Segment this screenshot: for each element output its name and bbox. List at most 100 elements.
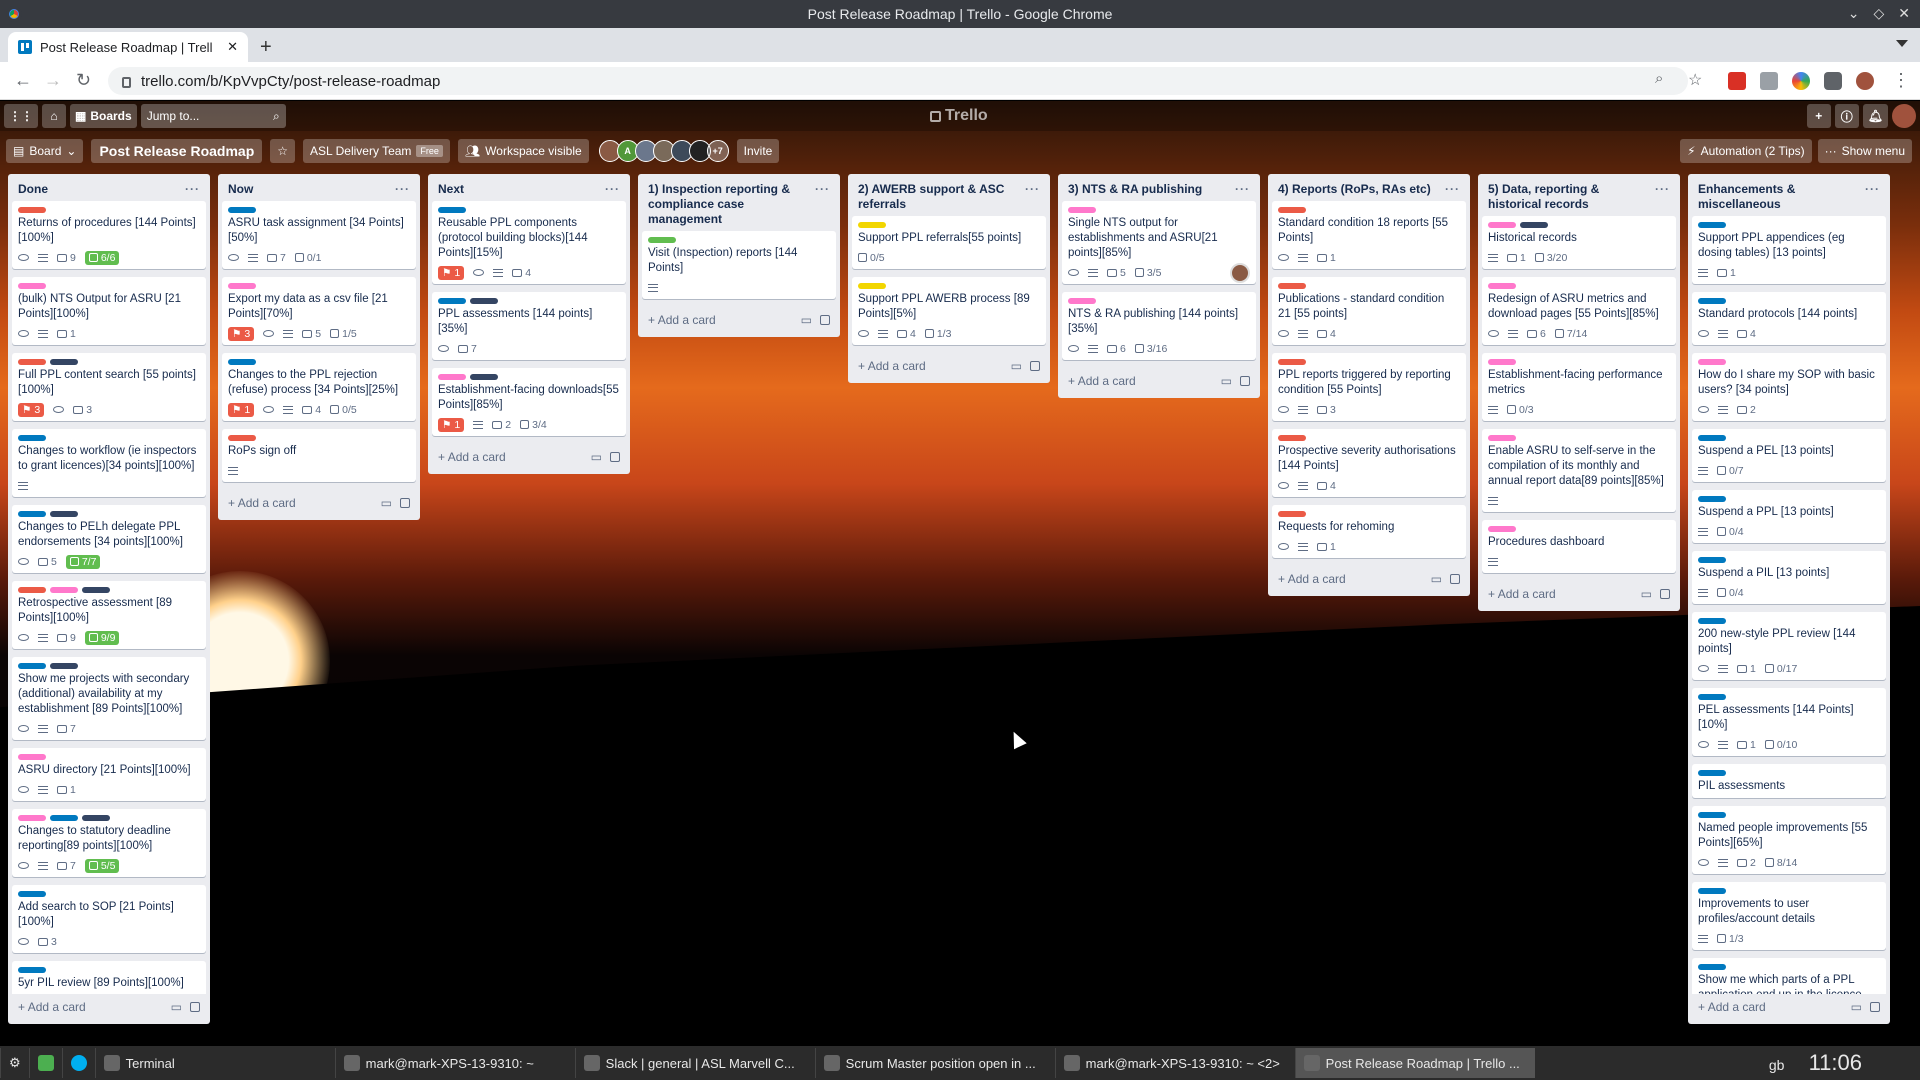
card-label[interactable] bbox=[438, 207, 466, 213]
card-label[interactable] bbox=[1520, 222, 1548, 228]
zoom-icon[interactable]: ⌕ bbox=[1655, 70, 1663, 87]
card-label[interactable] bbox=[1068, 207, 1096, 213]
add-card-button[interactable]: + Add a card ▭ bbox=[1268, 566, 1470, 592]
card[interactable]: Single NTS output for establishments and… bbox=[1062, 201, 1256, 284]
card-labels[interactable] bbox=[1698, 694, 1880, 700]
card-labels[interactable] bbox=[1698, 557, 1880, 563]
card[interactable]: Visit (Inspection) reports [144 Points] bbox=[642, 231, 836, 299]
card-label[interactable] bbox=[1698, 298, 1726, 304]
start-menu-icon[interactable]: ⚙︎ bbox=[0, 1048, 29, 1078]
bookmark-star-icon[interactable]: ☆ bbox=[1688, 70, 1702, 90]
card-labels[interactable] bbox=[228, 283, 410, 289]
star-board-icon[interactable]: ☆ bbox=[270, 139, 296, 163]
list-header[interactable]: 3) NTS & RA publishing ··· bbox=[1058, 174, 1260, 201]
card-label[interactable] bbox=[1278, 511, 1306, 517]
close-icon[interactable]: ✕ bbox=[1898, 5, 1910, 22]
card[interactable]: NTS & RA publishing [144 points][35%] 6 3/… bbox=[1062, 292, 1256, 360]
add-card-button[interactable]: + Add a card ▭ bbox=[638, 307, 840, 333]
info-icon[interactable]: ⓘ bbox=[1834, 104, 1859, 128]
card-labels[interactable] bbox=[18, 663, 200, 669]
card-label[interactable] bbox=[1698, 222, 1726, 228]
card-label[interactable] bbox=[50, 815, 78, 821]
board-view-switcher[interactable]: ▤ Board ⌄ bbox=[6, 139, 84, 163]
card-labels[interactable] bbox=[1698, 812, 1880, 818]
card-label[interactable] bbox=[1488, 359, 1516, 365]
card-labels[interactable] bbox=[858, 222, 1040, 228]
card-label[interactable] bbox=[470, 298, 498, 304]
card[interactable]: Full PPL content search [55 points][100%… bbox=[12, 353, 206, 421]
card[interactable]: Add search to SOP [21 Points][100%] 3 bbox=[12, 885, 206, 953]
extension-camera-icon[interactable] bbox=[1760, 72, 1778, 90]
list-title[interactable]: Enhancements & miscellaneous bbox=[1698, 182, 1865, 212]
card-labels[interactable] bbox=[1068, 298, 1250, 304]
card-template-icon[interactable]: ▭ bbox=[1851, 1000, 1862, 1014]
card-label[interactable] bbox=[50, 663, 78, 669]
card-label[interactable] bbox=[1488, 435, 1516, 441]
card-labels[interactable] bbox=[18, 283, 200, 289]
card-labels[interactable] bbox=[1068, 207, 1250, 213]
list-header[interactable]: 5) Data, reporting & historical records … bbox=[1478, 174, 1680, 216]
card-label[interactable] bbox=[82, 587, 110, 593]
card[interactable]: Suspend a PEL [13 points] 0/7 bbox=[1692, 429, 1886, 482]
apps-grid-icon[interactable]: ⋮⋮ bbox=[4, 104, 38, 128]
card-label[interactable] bbox=[1278, 359, 1306, 365]
card-label[interactable] bbox=[228, 207, 256, 213]
card-labels[interactable] bbox=[1488, 283, 1670, 289]
list-menu-icon[interactable]: ··· bbox=[605, 182, 620, 197]
card-label[interactable] bbox=[18, 663, 46, 669]
card-labels[interactable] bbox=[1698, 964, 1880, 970]
list-title[interactable]: 4) Reports (RoPs, RAs etc) bbox=[1278, 182, 1431, 197]
card[interactable]: Changes to the PPL rejection (refuse) pr… bbox=[222, 353, 416, 421]
boards-button[interactable]: ▦ Boards bbox=[70, 104, 137, 128]
card-labels[interactable] bbox=[1278, 511, 1460, 517]
card-label[interactable] bbox=[1698, 359, 1726, 365]
template-icon[interactable] bbox=[1870, 1002, 1880, 1012]
card-labels[interactable] bbox=[438, 207, 620, 213]
card-template-icon[interactable]: ▭ bbox=[171, 1000, 182, 1014]
list-header[interactable]: 2) AWERB support & ASC referrals ··· bbox=[848, 174, 1050, 216]
add-card-button[interactable]: + Add a card ▭ bbox=[8, 994, 210, 1020]
card-label[interactable] bbox=[18, 359, 46, 365]
list-title[interactable]: Done bbox=[18, 182, 48, 197]
card[interactable]: Show me projects with secondary (additio… bbox=[12, 657, 206, 740]
card-labels[interactable] bbox=[1278, 207, 1460, 213]
card-label[interactable] bbox=[18, 587, 46, 593]
invite-button[interactable]: Invite bbox=[736, 139, 780, 163]
card-label[interactable] bbox=[438, 374, 466, 380]
card-labels[interactable] bbox=[18, 967, 200, 973]
add-card-button[interactable]: + Add a card ▭ bbox=[1478, 581, 1680, 607]
taskbar-window[interactable]: Post Release Roadmap | Trello ... bbox=[1294, 1048, 1535, 1078]
card[interactable]: ASRU directory [21 Points][100%] 1 bbox=[12, 748, 206, 801]
card-label[interactable] bbox=[1488, 283, 1516, 289]
reload-icon[interactable]: ↻ bbox=[76, 70, 91, 91]
card-labels[interactable] bbox=[648, 237, 830, 243]
taskbar-window[interactable]: Slack | general | ASL Marvell C... bbox=[574, 1048, 815, 1078]
list-header[interactable]: Next ··· bbox=[428, 174, 630, 201]
card[interactable]: Suspend a PIL [13 points] 0/4 bbox=[1692, 551, 1886, 604]
trello-logo[interactable]: Trello bbox=[930, 107, 988, 125]
card-label[interactable] bbox=[18, 283, 46, 289]
card[interactable]: Establishment-facing downloads[55 Points… bbox=[432, 368, 626, 436]
card-label[interactable] bbox=[18, 435, 46, 441]
card-labels[interactable] bbox=[228, 435, 410, 441]
card-label[interactable] bbox=[1278, 435, 1306, 441]
card[interactable]: Retrospective assessment [89 Points][100… bbox=[12, 581, 206, 649]
card-labels[interactable] bbox=[1698, 435, 1880, 441]
template-icon[interactable] bbox=[190, 1002, 200, 1012]
card-labels[interactable] bbox=[1488, 359, 1670, 365]
card-template-icon[interactable]: ▭ bbox=[1011, 359, 1022, 373]
list-menu-icon[interactable]: ··· bbox=[1655, 182, 1670, 197]
card-labels[interactable] bbox=[858, 283, 1040, 289]
card[interactable]: Export my data as a csv file [21 Points]… bbox=[222, 277, 416, 345]
card-label[interactable] bbox=[18, 511, 46, 517]
list-menu-icon[interactable]: ··· bbox=[815, 182, 830, 197]
card-labels[interactable] bbox=[1698, 496, 1880, 502]
home-icon[interactable]: ⌂ bbox=[42, 104, 66, 128]
template-icon[interactable] bbox=[1240, 376, 1250, 386]
card-labels[interactable] bbox=[1698, 770, 1880, 776]
card-label[interactable] bbox=[18, 207, 46, 213]
card-label[interactable] bbox=[1278, 283, 1306, 289]
card-member-avatar[interactable] bbox=[1230, 262, 1250, 283]
card-label[interactable] bbox=[438, 298, 466, 304]
card-labels[interactable] bbox=[1278, 359, 1460, 365]
